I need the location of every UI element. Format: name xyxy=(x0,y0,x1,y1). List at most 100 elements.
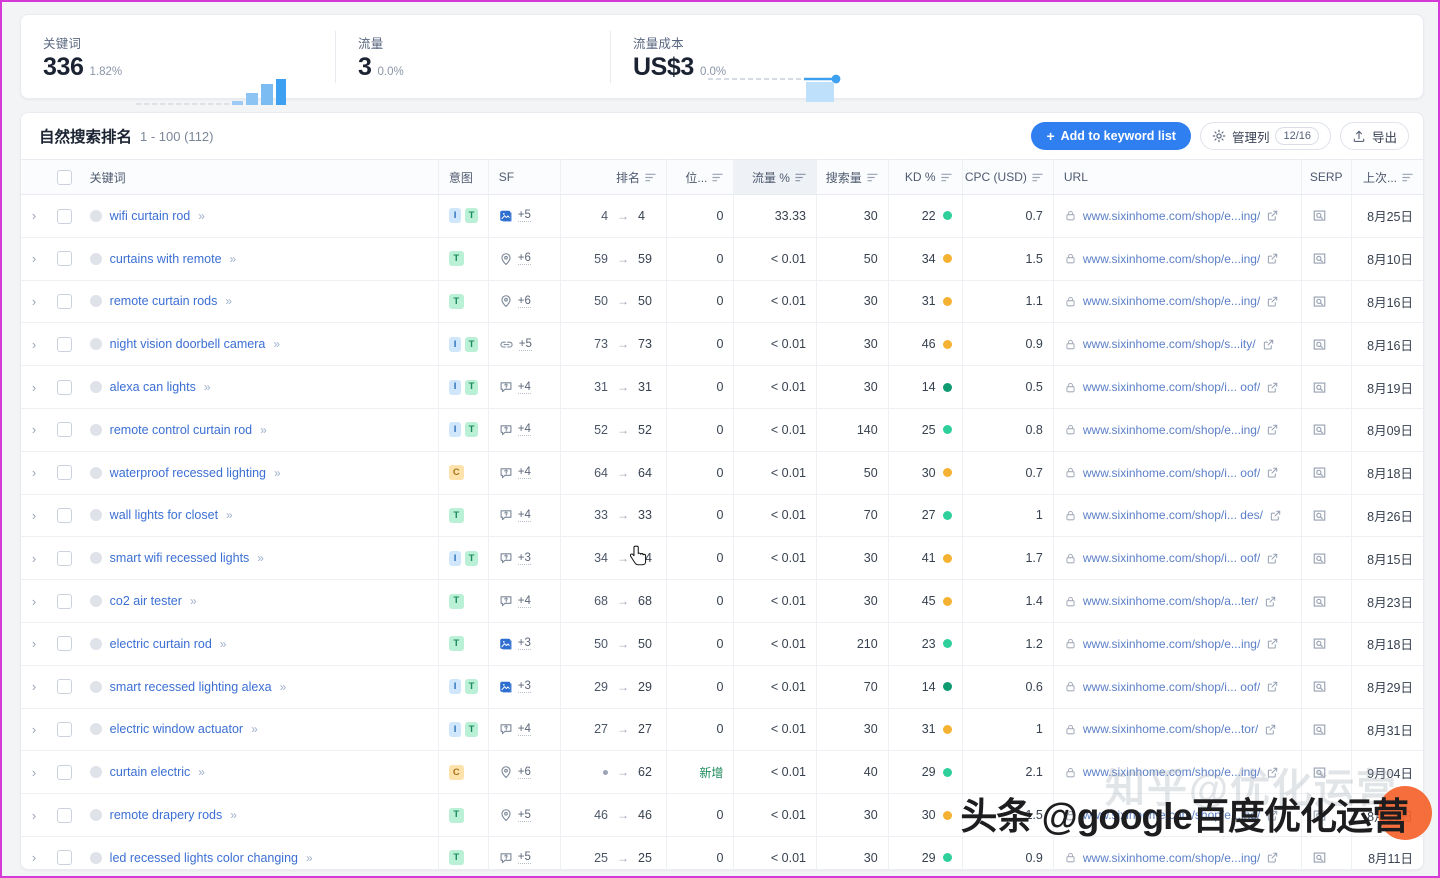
keyword-cell[interactable]: led recessed lights color changing » xyxy=(79,836,439,869)
url-link[interactable]: www.sixinhome.com/shop/e...ing/ xyxy=(1083,637,1260,651)
intent-badge-i[interactable]: I xyxy=(448,208,462,224)
serp-features-cell[interactable]: +4 xyxy=(488,451,561,495)
serp-preview-icon[interactable] xyxy=(1312,808,1327,823)
serp-features-cell[interactable]: +3 xyxy=(488,536,561,581)
intent-badge-t[interactable]: T xyxy=(448,850,464,866)
serp-preview-icon[interactable] xyxy=(1312,679,1327,694)
keyword-expand-icon[interactable]: » xyxy=(198,765,205,779)
keyword-expand-icon[interactable]: » xyxy=(273,337,280,351)
url-cell[interactable]: www.sixinhome.com/shop/i... oof/ xyxy=(1053,536,1302,581)
keyword-expand-icon[interactable]: » xyxy=(280,680,287,694)
serp-features-cell[interactable]: +3 xyxy=(488,665,561,709)
row-select-cell[interactable] xyxy=(47,322,80,367)
serp-features-cell[interactable]: +6 xyxy=(488,750,561,795)
keyword-expand-icon[interactable]: » xyxy=(230,808,237,822)
external-link-icon[interactable] xyxy=(1266,466,1279,479)
row-expand-cell[interactable]: › xyxy=(21,194,48,238)
serp-preview-icon[interactable] xyxy=(1312,508,1327,523)
keyword-cell[interactable]: curtain electric » xyxy=(79,750,439,795)
serp-cell[interactable] xyxy=(1301,708,1352,752)
row-checkbox[interactable] xyxy=(57,722,73,738)
th-rank[interactable]: 排名 xyxy=(560,159,668,195)
external-link-icon[interactable] xyxy=(1264,723,1277,736)
external-link-icon[interactable] xyxy=(1266,637,1279,650)
serp-features-cell[interactable]: +4 xyxy=(488,365,561,409)
row-select-cell[interactable] xyxy=(47,365,80,409)
keyword-link[interactable]: electric curtain rod xyxy=(110,637,212,651)
row-expand-cell[interactable]: › xyxy=(21,579,48,623)
keyword-expand-icon[interactable]: » xyxy=(274,466,281,480)
keyword-link[interactable]: led recessed lights color changing xyxy=(110,851,298,865)
th-cpc[interactable]: CPC (USD) xyxy=(962,159,1054,195)
intent-badge-t[interactable]: T xyxy=(448,251,464,267)
serp-preview-icon[interactable] xyxy=(1312,594,1327,609)
row-checkbox[interactable] xyxy=(57,294,73,310)
keyword-expand-icon[interactable]: » xyxy=(190,594,197,608)
intent-badge-t[interactable]: T xyxy=(465,379,478,395)
url-cell[interactable]: www.sixinhome.com/shop/e...ing/ xyxy=(1053,280,1302,324)
url-link[interactable]: www.sixinhome.com/shop/i... oof/ xyxy=(1083,466,1260,480)
external-link-icon[interactable] xyxy=(1266,252,1279,265)
intent-badge-c[interactable]: C xyxy=(448,465,464,481)
url-link[interactable]: www.sixinhome.com/shop/e...ing/ xyxy=(1083,209,1260,223)
intent-badge-i[interactable]: I xyxy=(448,550,462,566)
table-row[interactable]: › smart recessed lighting alexa» I T +3 29 → 29… xyxy=(21,665,1423,709)
row-checkbox[interactable] xyxy=(57,251,73,267)
row-checkbox[interactable] xyxy=(57,508,73,524)
intent-badge-t[interactable]: T xyxy=(465,208,478,224)
chevron-right-icon[interactable]: › xyxy=(32,594,36,609)
keyword-expand-icon[interactable]: » xyxy=(260,423,267,437)
serp-cell[interactable] xyxy=(1301,451,1352,495)
intent-badge-i[interactable]: I xyxy=(448,336,462,352)
table-row[interactable]: › led recessed lights color changing » T +5 2… xyxy=(21,836,1423,869)
row-expand-cell[interactable]: › xyxy=(21,793,48,837)
keyword-link[interactable]: electric window actuator xyxy=(110,722,243,736)
keyword-link[interactable]: remote drapery rods xyxy=(110,808,223,822)
chevron-right-icon[interactable]: › xyxy=(32,294,36,309)
chevron-right-icon[interactable]: › xyxy=(32,380,36,395)
sort-icon[interactable] xyxy=(867,172,878,183)
serp-features-cell[interactable]: +3 xyxy=(488,622,561,666)
chevron-right-icon[interactable]: › xyxy=(32,422,36,437)
row-checkbox[interactable] xyxy=(57,208,73,224)
intent-badge-t[interactable]: T xyxy=(448,593,464,609)
serp-cell[interactable] xyxy=(1301,408,1352,452)
intent-badge-t[interactable]: T xyxy=(465,336,478,352)
row-expand-cell[interactable]: › xyxy=(21,322,48,367)
chevron-right-icon[interactable]: › xyxy=(32,337,36,352)
row-expand-cell[interactable]: › xyxy=(21,237,48,281)
serp-features-cell[interactable]: +5 xyxy=(488,194,561,238)
serp-cell[interactable] xyxy=(1301,494,1352,538)
sort-icon[interactable] xyxy=(712,172,724,183)
keyword-cell[interactable]: wall lights for closet » xyxy=(79,494,439,538)
keyword-link[interactable]: remote curtain rods xyxy=(110,294,218,308)
intent-badge-t[interactable]: T xyxy=(465,550,478,566)
intent-badge-c[interactable]: C xyxy=(448,764,464,780)
keyword-link[interactable]: smart recessed lighting alexa xyxy=(110,680,272,694)
table-row[interactable]: › waterproof recessed lighting » C +4 64 → 64 0 <… xyxy=(21,451,1423,495)
chevron-right-icon[interactable]: › xyxy=(32,765,36,780)
url-cell[interactable]: www.sixinhome.com/shop/i... oof/ xyxy=(1053,665,1302,709)
external-link-icon[interactable] xyxy=(1262,338,1275,351)
row-expand-cell[interactable]: › xyxy=(21,494,48,538)
serp-cell[interactable] xyxy=(1301,237,1352,281)
keyword-cell[interactable]: smart recessed lighting alexa » xyxy=(79,665,439,709)
row-checkbox[interactable] xyxy=(57,550,73,566)
keyword-cell[interactable]: smart wifi recessed lights » xyxy=(79,536,439,581)
url-link[interactable]: www.sixinhome.com/shop/i... oof/ xyxy=(1083,551,1260,565)
chevron-right-icon[interactable]: › xyxy=(32,251,36,266)
table-row[interactable]: › wifi curtain rod » I T +5 4 → 4 0 33.33 30 22 0.7 ww… xyxy=(21,194,1423,238)
intent-badge-i[interactable]: I xyxy=(448,422,462,438)
serp-cell[interactable] xyxy=(1301,750,1352,795)
serp-features-cell[interactable]: +4 xyxy=(488,708,561,752)
keyword-cell[interactable]: remote control curtain rod » xyxy=(79,408,439,452)
url-cell[interactable]: www.sixinhome.com/shop/i... oof/ xyxy=(1053,451,1302,495)
table-row[interactable]: › curtain electric » C +6 → 62 新增 < 0.01 40 29 2.1 w… xyxy=(21,750,1423,795)
sort-icon[interactable] xyxy=(645,172,656,183)
row-checkbox[interactable] xyxy=(57,679,73,695)
keyword-cell[interactable]: curtains with remote » xyxy=(79,237,439,281)
serp-cell[interactable] xyxy=(1301,365,1352,409)
keyword-expand-icon[interactable]: » xyxy=(226,508,233,522)
keyword-link[interactable]: curtain electric xyxy=(110,765,191,779)
url-cell[interactable]: www.sixinhome.com/shop/s...ity/ xyxy=(1053,322,1302,367)
